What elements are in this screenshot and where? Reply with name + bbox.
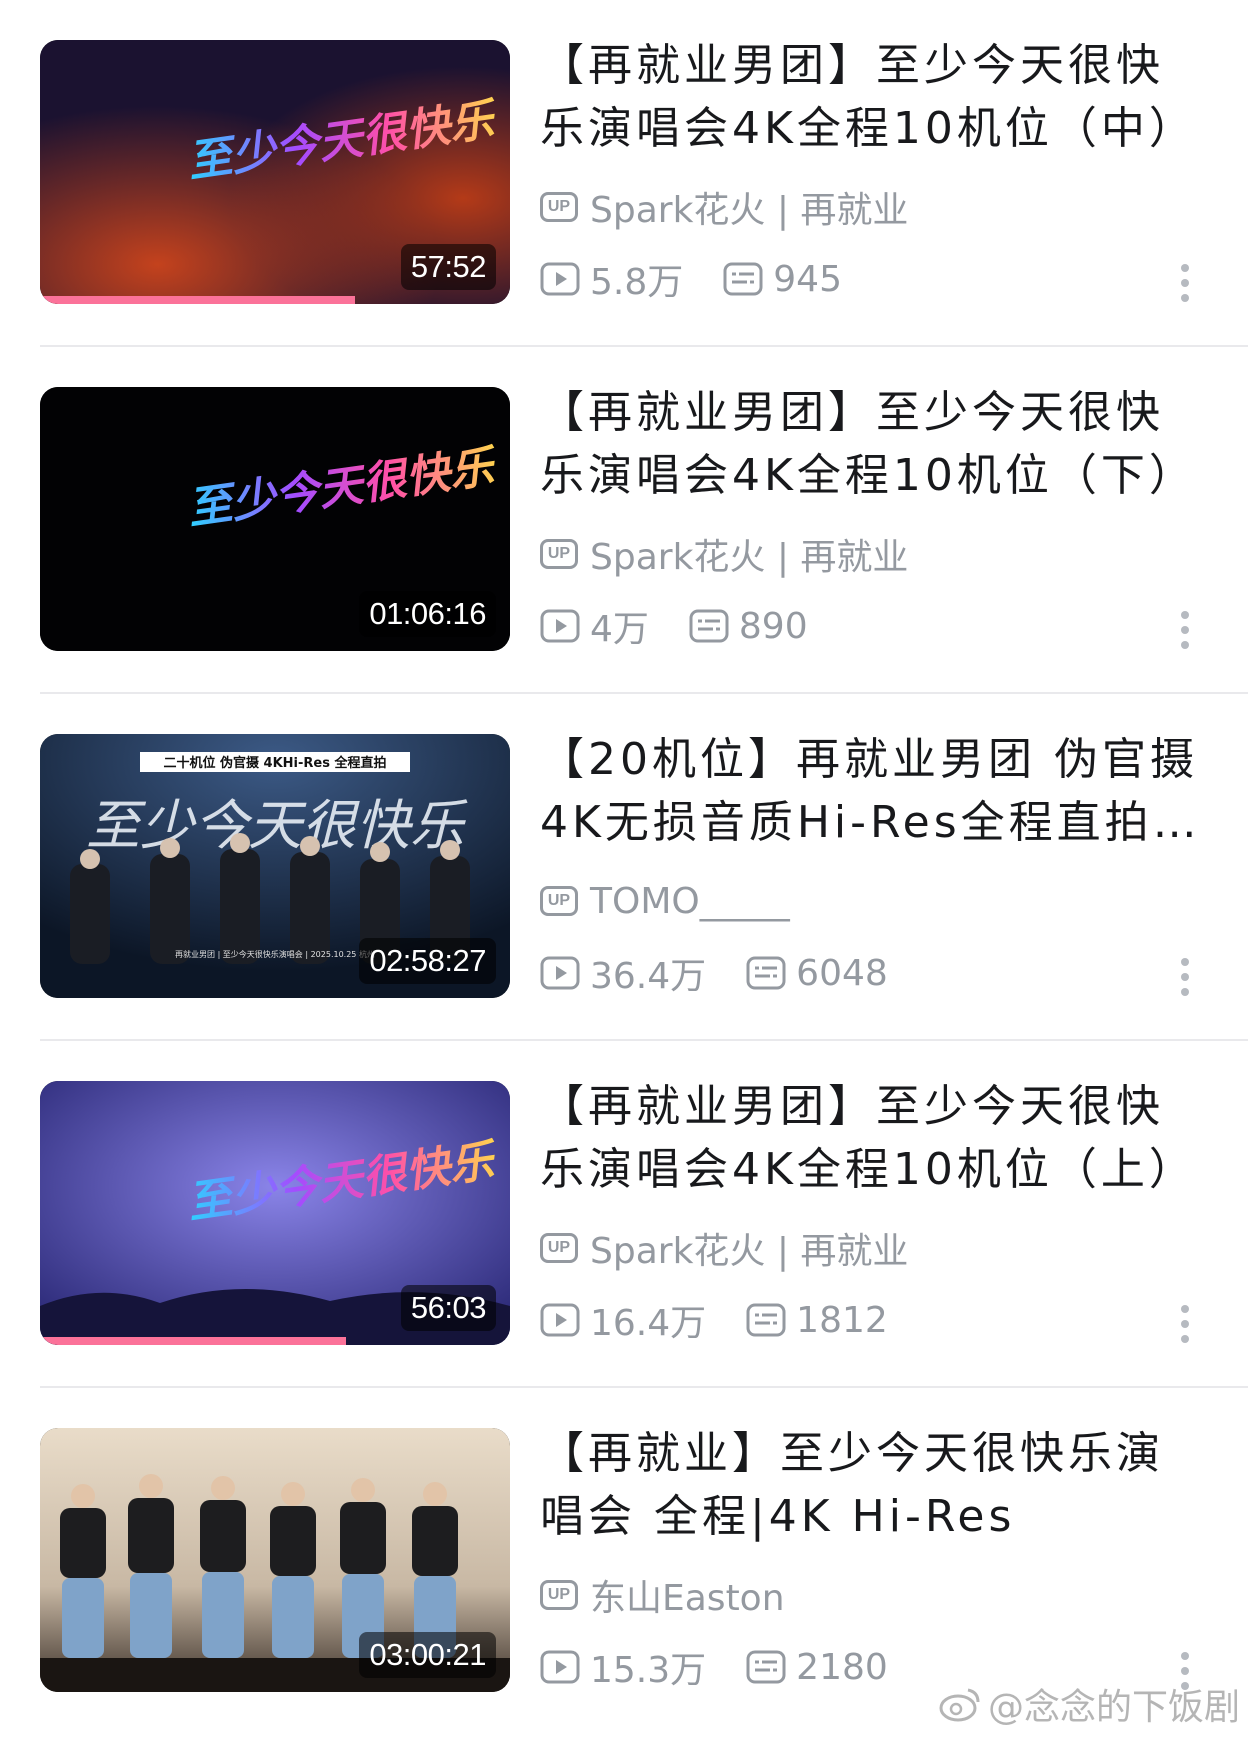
video-title[interactable]: 【再就业男团】至少今天很快乐演唱会4K全程10机位（上） [540,1075,1200,1201]
svg-text:至少今天很快乐: 至少今天很快乐 [86,794,468,857]
uploader-row[interactable]: UP Spark花火 | 再就业 [540,1226,908,1272]
uploader-name: Spark花火 | 再就业 [590,190,909,231]
video-stats: 4万 890 [540,604,848,650]
uploader-row[interactable]: UP Spark花火 | 再就业 [540,185,908,231]
more-options-icon[interactable] [1175,1303,1195,1345]
danmaku-icon [746,1650,786,1684]
play-count-icon [540,956,580,990]
up-badge-icon: UP [540,1580,578,1610]
weibo-watermark: @念念的下饭剧 [938,1678,1240,1730]
comment-count: 945 [723,259,842,300]
more-options-icon[interactable] [1175,262,1195,304]
danmaku-icon [746,1303,786,1337]
uploader-row[interactable]: UP 东山Easton [540,1573,785,1619]
video-list: 至少今天很快乐 57:52 【再就业男团】至少今天很快乐演唱会4K全程10机位（… [0,0,1260,1738]
video-item[interactable]: 二十机位 伪官摄 4KHi-Res 全程直拍 至少今天很快乐 再就业男团 | 至… [0,694,1260,1041]
danmaku-icon [723,262,763,296]
play-count-icon [540,1303,580,1337]
video-title[interactable]: 【再就业男团】至少今天很快乐演唱会4K全程10机位（下） [540,381,1200,507]
uploader-name: TOMO_____ [590,880,790,922]
video-duration: 01:06:16 [359,591,496,637]
view-count: 15.3万 [540,1641,706,1693]
video-duration: 03:00:21 [359,1632,496,1678]
video-thumbnail[interactable]: 至少今天很快乐 57:52 [40,40,510,304]
uploader-name: Spark花火 | 再就业 [590,1231,909,1272]
video-item[interactable]: 至少今天很快乐 57:52 【再就业男团】至少今天很快乐演唱会4K全程10机位（… [0,0,1260,347]
weibo-logo-icon [939,1688,980,1722]
uploader-name: Spark花火 | 再就业 [590,537,909,578]
video-duration: 56:03 [400,1285,496,1331]
video-duration: 57:52 [400,244,496,290]
video-item[interactable]: 至少今天很快乐 56:03 【再就业男团】至少今天很快乐演唱会4K全程10机位（… [0,1041,1260,1388]
video-stats: 5.8万 945 [540,257,882,303]
danmaku-icon [689,609,729,643]
up-badge-icon: UP [540,539,578,569]
video-thumbnail[interactable]: 至少今天很快乐 56:03 [40,1081,510,1345]
video-stats: 36.4万 6048 [540,951,928,997]
video-title[interactable]: 【20机位】再就业男团 伪官摄4K无损音质Hi-Res全程直拍混… [540,728,1200,854]
uploader-row[interactable]: UP Spark花火 | 再就业 [540,532,908,578]
play-count-icon [540,609,580,643]
watch-progress-bar [40,1337,346,1345]
video-thumbnail[interactable]: 03:00:21 [40,1428,510,1692]
comment-count: 2180 [746,1647,888,1688]
up-badge-icon: UP [540,886,578,916]
view-count: 4万 [540,600,649,652]
svg-text:二十机位 伪官摄 4KHi-Res 全程直拍: 二十机位 伪官摄 4KHi-Res 全程直拍 [164,755,387,771]
view-count: 36.4万 [540,947,706,999]
view-count: 16.4万 [540,1294,706,1346]
danmaku-icon [746,956,786,990]
video-thumbnail[interactable]: 二十机位 伪官摄 4KHi-Res 全程直拍 至少今天很快乐 再就业男团 | 至… [40,734,510,998]
comment-count: 1812 [746,1300,888,1341]
up-badge-icon: UP [540,192,578,222]
svg-text:再就业男团 | 至少今天很快乐演唱会 | 2025.10.2: 再就业男团 | 至少今天很快乐演唱会 | 2025.10.25 杭州 [175,949,375,959]
video-title[interactable]: 【再就业男团】至少今天很快乐演唱会4K全程10机位（中） [540,34,1200,160]
uploader-name: 东山Easton [590,1578,785,1619]
more-options-icon[interactable] [1175,956,1195,998]
up-badge-icon: UP [540,1233,578,1263]
play-count-icon [540,1650,580,1684]
video-stats: 15.3万 2180 [540,1645,928,1691]
comment-count: 6048 [746,953,888,994]
video-thumbnail[interactable]: 至少今天很快乐 01:06:16 [40,387,510,651]
comment-count: 890 [689,606,808,647]
view-count: 5.8万 [540,253,683,305]
watch-progress-bar [40,296,355,304]
uploader-row[interactable]: UP TOMO_____ [540,879,790,923]
video-title[interactable]: 【再就业】至少今天很快乐演唱会 全程|4K Hi-Res [540,1422,1200,1548]
video-stats: 16.4万 1812 [540,1298,928,1344]
video-item[interactable]: 至少今天很快乐 01:06:16 【再就业男团】至少今天很快乐演唱会4K全程10… [0,347,1260,694]
video-duration: 02:58:27 [359,938,496,984]
more-options-icon[interactable] [1175,609,1195,651]
play-count-icon [540,262,580,296]
